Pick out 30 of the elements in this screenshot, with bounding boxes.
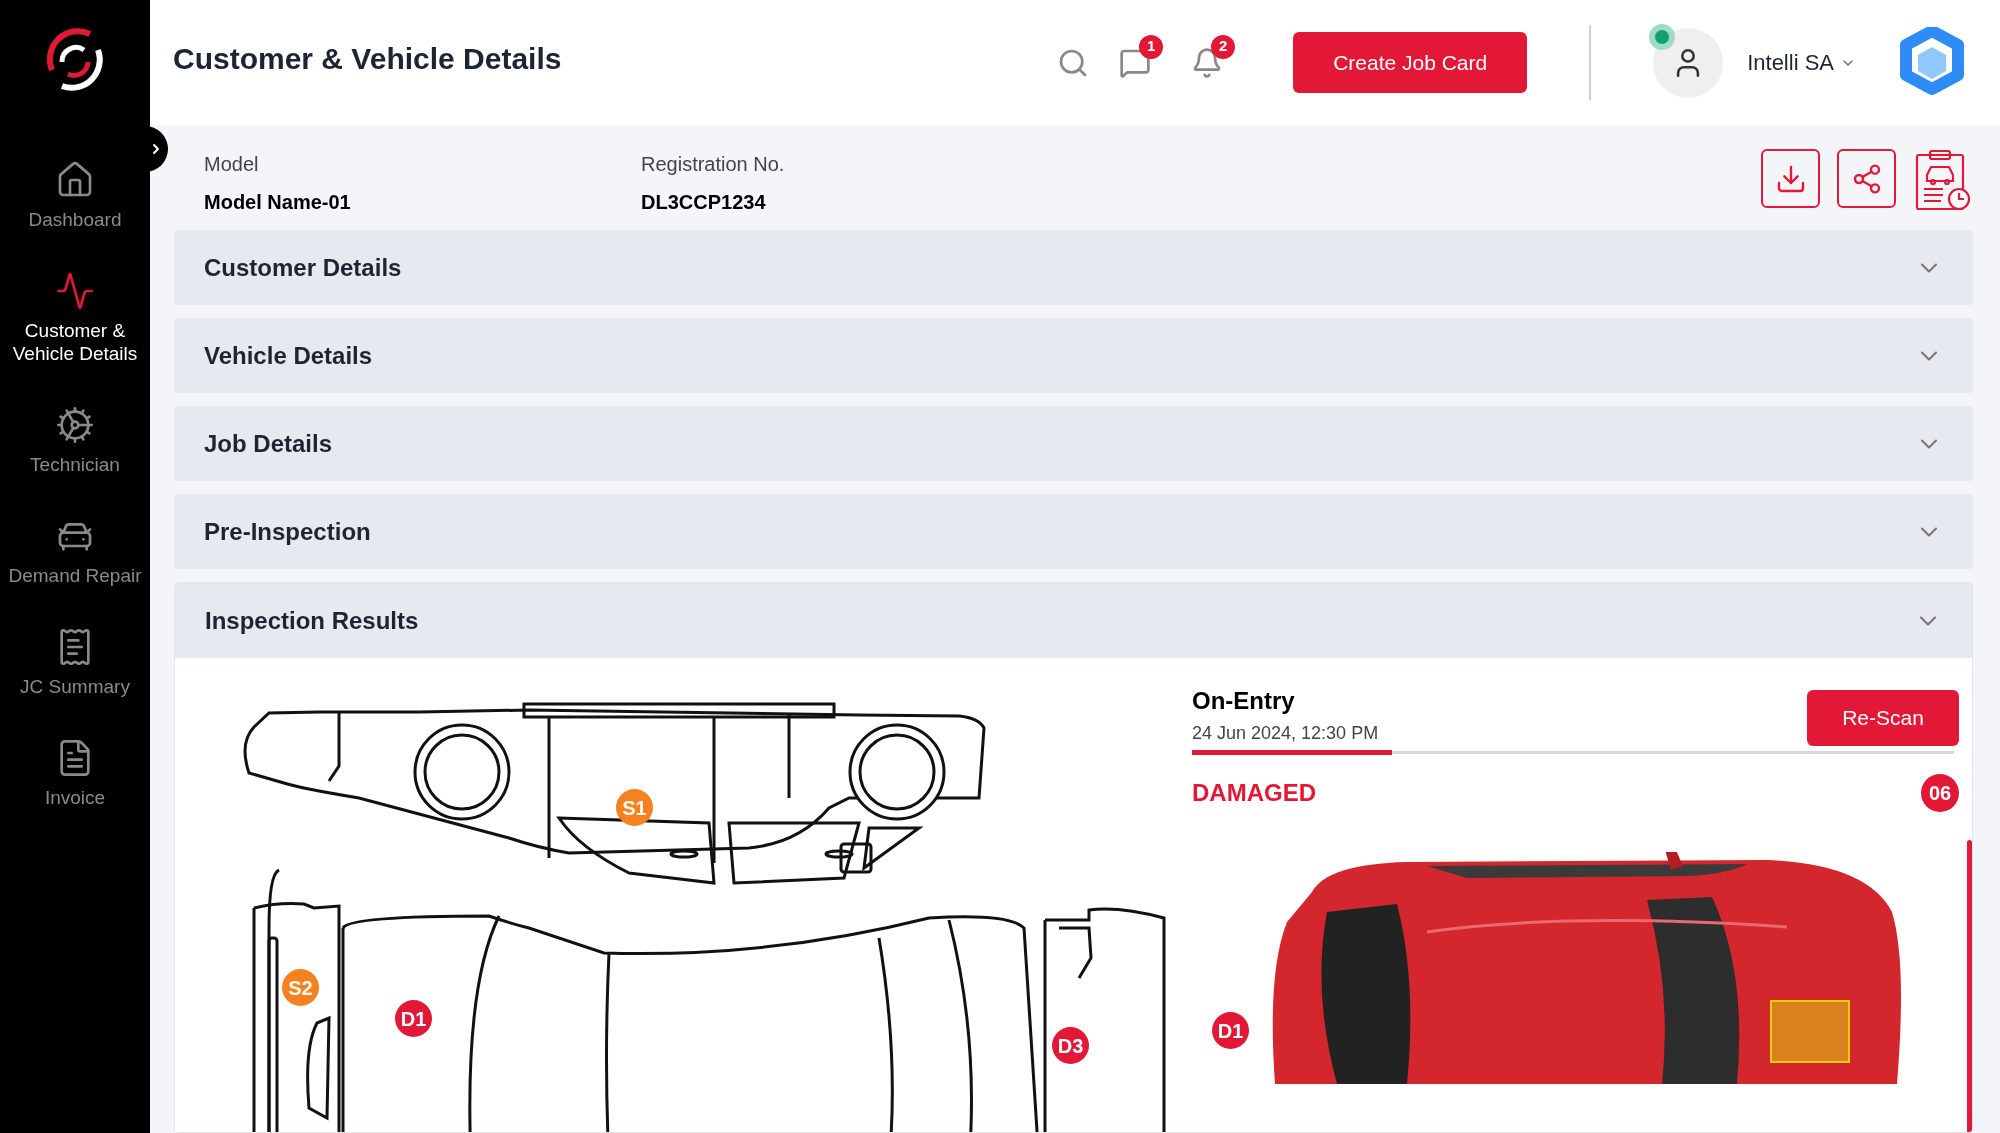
nav-icon [55, 271, 95, 311]
nav-item[interactable]: JC Summary [0, 623, 150, 702]
nav-icon [55, 405, 95, 445]
field-label: Model [204, 152, 260, 177]
notification-badge: 2 [1211, 34, 1236, 59]
accordion-header[interactable]: Inspection Results [175, 583, 1972, 658]
scrollbar-thumb[interactable] [1967, 840, 1972, 1132]
field-value: Model Name-01 [204, 190, 352, 215]
download-button[interactable] [1761, 149, 1820, 208]
share-button[interactable] [1837, 149, 1896, 208]
field-value: DL3CCP1234 [641, 190, 767, 215]
damage-marker[interactable]: D3 [1052, 1027, 1089, 1064]
damage-marker[interactable]: D1 [1212, 1012, 1249, 1049]
notification-badge: 1 [1139, 34, 1164, 59]
rescan-button[interactable]: Re-Scan [1807, 690, 1959, 746]
scan-title: On-Entry [1192, 686, 1296, 716]
status-label: DAMAGED [1192, 778, 1316, 808]
create-job-card-button[interactable]: Create Job Card [1293, 32, 1528, 93]
nav-item[interactable]: Dashboard [0, 156, 150, 235]
user-menu[interactable]: Intelli SA [1747, 46, 1856, 79]
scan-timestamp: 24 Jun 2024, 12:30 PM [1192, 722, 1379, 745]
damage-count-badge: 06 [1921, 774, 1959, 812]
car-report-clipboard-icon[interactable] [1913, 149, 1973, 213]
page-title: Customer & Vehicle Details [173, 41, 562, 77]
nav-item[interactable]: Demand Repair [0, 512, 150, 591]
field-label: Registration No. [641, 152, 786, 177]
nav-item[interactable]: Invoice [0, 734, 150, 813]
nav-item[interactable]: Technician [0, 401, 150, 480]
damage-marker[interactable]: D1 [395, 1000, 432, 1037]
nav-item[interactable]: Customer & Vehicle Details [0, 267, 150, 369]
